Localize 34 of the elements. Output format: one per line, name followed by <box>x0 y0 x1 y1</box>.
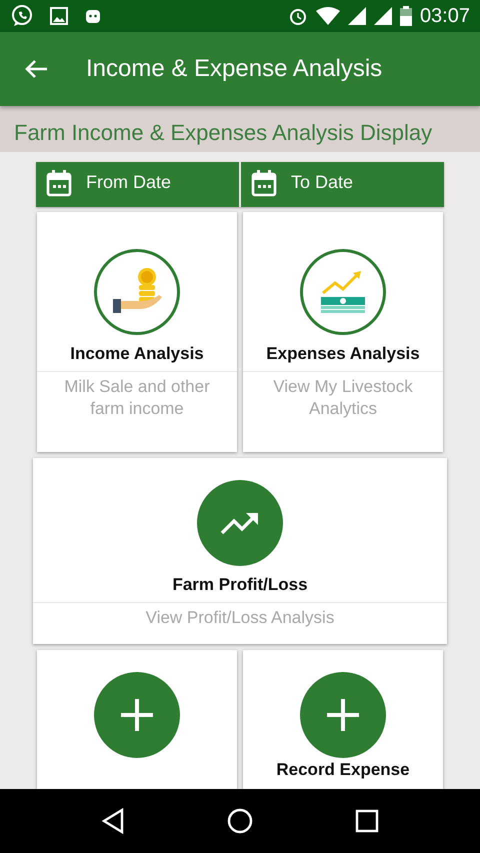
battery-icon <box>400 6 412 26</box>
menu-card[interactable]: Record Expense <box>243 650 443 789</box>
menu-card[interactable]: Farm Profit/Loss View Profit/Loss Analysis <box>33 458 447 644</box>
trend-up-icon <box>220 511 260 535</box>
chat-bubble-icon <box>10 4 34 28</box>
section-subtitle: Farm Income & Expenses Analysis Display <box>14 120 432 145</box>
menu-card[interactable] <box>37 650 237 789</box>
back-icon[interactable] <box>101 808 125 834</box>
card-description: Milk Sale and other farm income <box>37 370 237 420</box>
plus-icon <box>325 697 361 733</box>
card-description: View Profit/Loss Analysis <box>33 602 447 628</box>
card-title: Farm Profit/Loss <box>172 574 308 596</box>
signal-icon <box>348 7 366 25</box>
alarm-icon <box>288 6 308 26</box>
signal-icon <box>374 7 392 25</box>
card-title: Record Expense <box>276 760 410 780</box>
card-title: Expenses Analysis <box>266 343 420 365</box>
image-icon <box>50 7 68 25</box>
wifi-icon <box>316 7 340 25</box>
robot-icon <box>84 7 102 25</box>
plus-icon <box>119 697 155 733</box>
card-description: View My Livestock Analytics <box>243 370 443 420</box>
card-title: Income Analysis <box>70 343 204 365</box>
back-arrow-icon[interactable] <box>24 59 48 79</box>
clock-time: 03:07 <box>420 4 470 29</box>
screen-title: Income & Expense Analysis <box>86 54 382 84</box>
recents-icon[interactable] <box>355 809 379 833</box>
date-button[interactable]: To Date <box>239 162 444 207</box>
date-button[interactable]: From Date <box>36 162 239 207</box>
menu-card[interactable]: Income Analysis Milk Sale and other farm income <box>37 212 237 452</box>
menu-card[interactable]: Expenses Analysis View My Livestock Analytics <box>243 212 443 452</box>
calendar-icon <box>46 168 72 196</box>
home-icon[interactable] <box>227 808 253 834</box>
calendar-icon <box>251 168 277 196</box>
